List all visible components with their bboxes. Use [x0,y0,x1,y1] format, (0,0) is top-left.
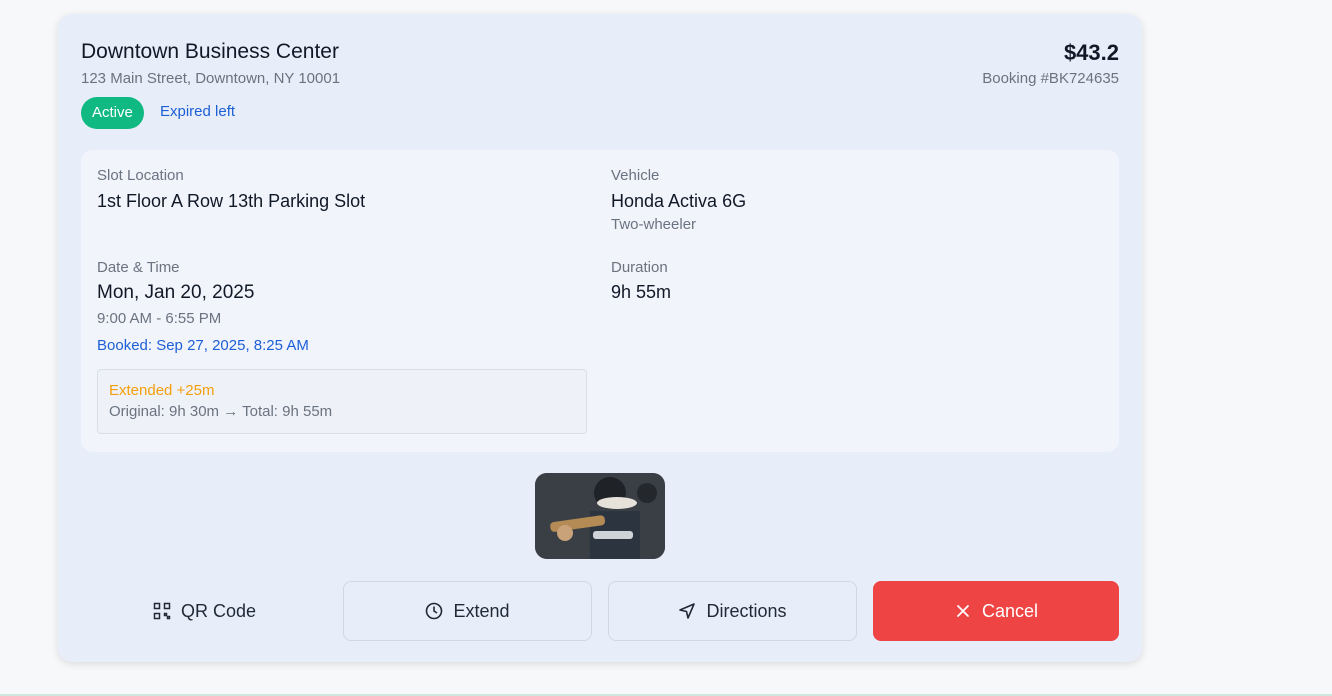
slot-label: Slot Location [97,167,184,184]
duration-label: Duration [611,259,668,276]
cancel-button[interactable]: Cancel [873,581,1119,641]
qr-code-button[interactable]: QR Code [81,581,328,641]
booking-number: Booking #BK724635 [982,70,1119,87]
location-address: 123 Main Street, Downtown, NY 10001 [81,70,341,87]
vehicle-type: Two-wheeler [611,216,697,233]
directions-label: Directions [706,600,787,621]
expired-text: Expired left [160,103,236,120]
directions-button[interactable]: Directions [608,581,857,641]
vehicle-photo [535,473,665,559]
vehicle-label: Vehicle [611,167,660,184]
extend-label: Extend [453,600,510,621]
extend-button[interactable]: Extend [343,581,592,641]
navigation-arrow-icon [678,602,696,620]
status-badge: Active [81,97,144,129]
close-icon [954,602,972,620]
cancel-label: Cancel [981,600,1039,621]
qr-code-icon [153,602,171,620]
slot-value: 1st Floor A Row 13th Parking Slot [97,191,366,211]
extension-title: Extended +25m [109,382,215,399]
booking-details: Slot Location 1st Floor A Row 13th Parki… [81,150,1119,452]
booking-price: $43.2 [1063,40,1119,65]
vehicle-value: Honda Activa 6G [611,191,747,211]
location-title: Downtown Business Center [81,40,339,63]
qr-code-label: QR Code [180,600,257,621]
clock-icon [425,602,443,620]
date-value: Mon, Jan 20, 2025 [97,282,255,303]
extension-detail: Original: 9h 30m → Total: 9h 55m [109,403,333,420]
datetime-label: Date & Time [97,259,180,276]
booking-card: Downtown Business Center 123 Main Street… [58,14,1142,662]
duration-value: 9h 55m [611,282,672,302]
booked-timestamp: Booked: Sep 27, 2025, 8:25 AM [97,337,309,354]
extension-info: Extended +25m Original: 9h 30m → Total: … [97,369,587,434]
time-range: 9:00 AM - 6:55 PM [97,310,222,327]
